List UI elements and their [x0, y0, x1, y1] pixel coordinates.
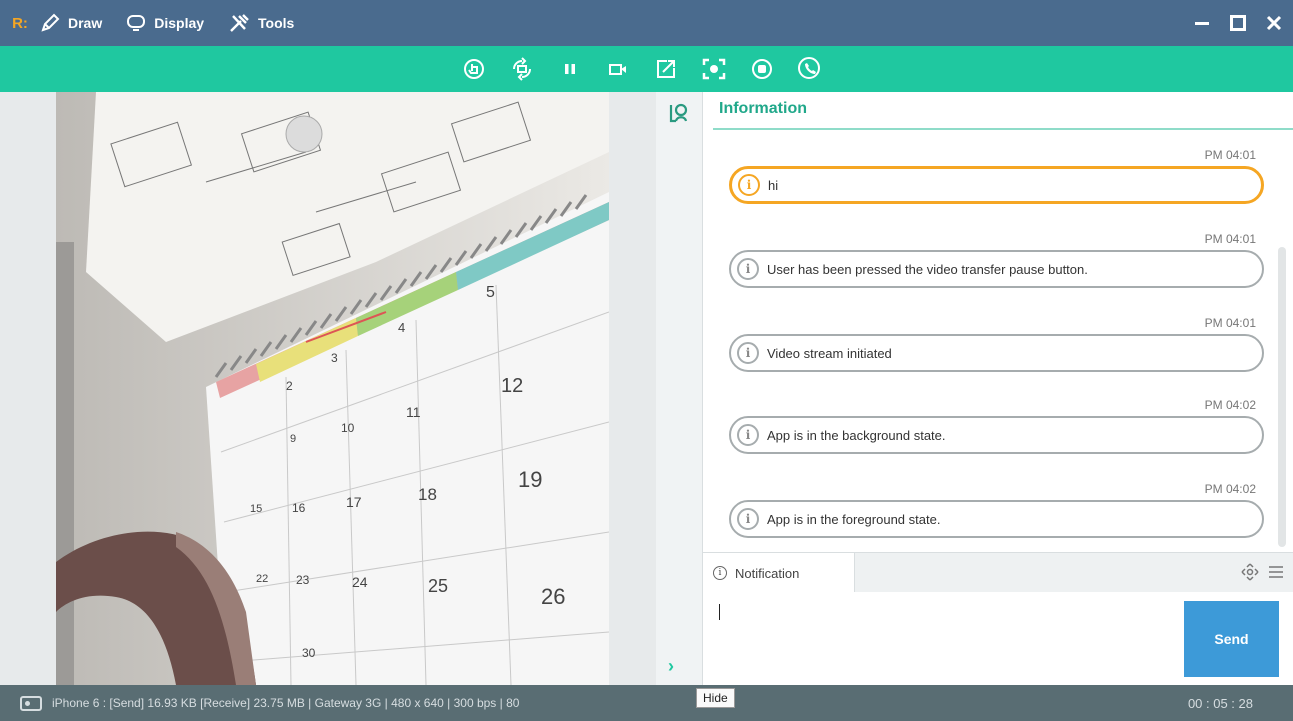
- toolbar: [0, 46, 1293, 92]
- message-input[interactable]: [713, 598, 1178, 678]
- message-time: PM 04:01: [1204, 316, 1256, 330]
- message-item: PM 04:01 i hi: [729, 148, 1264, 204]
- info-icon: i: [737, 342, 759, 364]
- message-item: PM 04:02 i App is in the background stat…: [729, 398, 1264, 454]
- calendar-date: 30: [302, 646, 316, 660]
- rotate-icon[interactable]: [503, 50, 541, 88]
- info-icon: i: [737, 508, 759, 530]
- hide-tooltip: Hide: [696, 688, 735, 708]
- hand-tap-icon[interactable]: [455, 50, 493, 88]
- information-tab-icon[interactable]: [666, 100, 692, 126]
- calendar-date: 17: [346, 494, 362, 510]
- screenshot-icon[interactable]: [695, 50, 733, 88]
- message-text: hi: [768, 177, 779, 193]
- menu-display-label: Display: [154, 15, 205, 31]
- close-icon[interactable]: [1263, 12, 1285, 34]
- status-bar: iPhone 6 : [Send] 16.93 KB [Receive] 23.…: [0, 685, 1293, 721]
- calendar-date: 10: [341, 421, 355, 435]
- menu-display[interactable]: Display: [126, 13, 204, 33]
- title-divider: [713, 128, 1293, 130]
- calendar-date: 26: [541, 584, 565, 609]
- message-text: Video stream initiated: [767, 345, 892, 361]
- calendar-date: 16: [292, 501, 306, 515]
- message-text: App is in the background state.: [767, 427, 946, 443]
- text-caret: [719, 604, 720, 620]
- message-item: PM 04:01 i User has been pressed the vid…: [729, 232, 1264, 288]
- message-bubble[interactable]: i App is in the background state.: [729, 416, 1264, 454]
- monitor-icon: [127, 15, 146, 31]
- calendar-date: 25: [428, 576, 448, 596]
- tab-notification-label: Notification: [735, 565, 800, 581]
- notification-bar: i Notification: [703, 552, 1293, 593]
- status-text: iPhone 6 : [Send] 16.93 KB [Receive] 23.…: [52, 696, 520, 710]
- message-time: PM 04:02: [1204, 482, 1256, 496]
- message-scrollbar[interactable]: [1278, 247, 1286, 547]
- message-text: User has been pressed the video transfer…: [767, 261, 1088, 277]
- calendar-date: 22: [256, 573, 268, 585]
- info-icon: i: [738, 174, 760, 196]
- message-text: App is in the foreground state.: [767, 511, 941, 527]
- menu-tools[interactable]: Tools: [228, 13, 294, 33]
- calendar-date: 15: [250, 503, 262, 515]
- message-item: PM 04:02 i App is in the foreground stat…: [729, 482, 1264, 538]
- maximize-icon[interactable]: [1227, 12, 1249, 34]
- phone-icon[interactable]: [791, 50, 829, 88]
- calendar-date: 12: [501, 375, 523, 397]
- send-button[interactable]: Send: [1184, 601, 1279, 677]
- calendar-date: 18: [418, 485, 437, 504]
- message-item: PM 04:01 i Video stream initiated: [729, 316, 1264, 372]
- message-bubble[interactable]: i Video stream initiated: [729, 334, 1264, 372]
- info-icon: i: [713, 566, 727, 580]
- pen-icon: [41, 13, 60, 32]
- video-stream[interactable]: 2 3 4 5 9 10 11 12 15 16 17 18 19 22 23 …: [56, 92, 609, 685]
- expand-chevron-icon[interactable]: ›: [668, 656, 674, 677]
- title-bar: R: Draw Display Tools: [0, 0, 1293, 46]
- information-panel: Information PM 04:01 i hi PM 04:01 i Use…: [703, 92, 1293, 685]
- message-list[interactable]: PM 04:01 i hi PM 04:01 i User has been p…: [703, 140, 1278, 550]
- side-strip: ›: [656, 92, 703, 685]
- menu-tools-label: Tools: [258, 15, 295, 31]
- calendar-date: 9: [290, 433, 296, 445]
- calendar-date: 2: [286, 379, 293, 393]
- video-camera-icon[interactable]: [599, 50, 637, 88]
- tools-icon: [230, 14, 249, 32]
- panel-title: Information: [719, 100, 807, 117]
- menu-draw-label: Draw: [68, 15, 103, 31]
- message-time: PM 04:01: [1204, 148, 1256, 162]
- pause-icon[interactable]: [551, 50, 589, 88]
- message-time: PM 04:02: [1204, 398, 1256, 412]
- record-icon[interactable]: [743, 50, 781, 88]
- menu-draw[interactable]: Draw: [40, 13, 102, 33]
- device-icon: [20, 695, 42, 711]
- calendar-date: 19: [518, 467, 542, 492]
- menu-icon[interactable]: [1267, 561, 1285, 583]
- move-icon[interactable]: [1241, 561, 1259, 583]
- calendar-date: 3: [331, 351, 338, 365]
- calendar-date: 24: [352, 574, 368, 590]
- share-icon[interactable]: [647, 50, 685, 88]
- app-logo: R:: [12, 14, 28, 32]
- message-bubble[interactable]: i App is in the foreground state.: [729, 500, 1264, 538]
- calendar-date: 11: [406, 404, 421, 420]
- calendar-date: 4: [398, 320, 405, 335]
- info-icon: i: [737, 258, 759, 280]
- info-icon: i: [737, 424, 759, 446]
- tab-notification[interactable]: i Notification: [703, 553, 855, 593]
- message-bubble[interactable]: i User has been pressed the video transf…: [729, 250, 1264, 288]
- composer: Send: [703, 592, 1293, 685]
- message-time: PM 04:01: [1204, 232, 1256, 246]
- elapsed-time: 00 : 05 : 28: [1187, 695, 1253, 711]
- message-bubble[interactable]: i hi: [729, 166, 1264, 204]
- calendar-date: 23: [296, 573, 310, 587]
- calendar-date: 5: [486, 284, 495, 301]
- minimize-icon[interactable]: [1191, 12, 1213, 34]
